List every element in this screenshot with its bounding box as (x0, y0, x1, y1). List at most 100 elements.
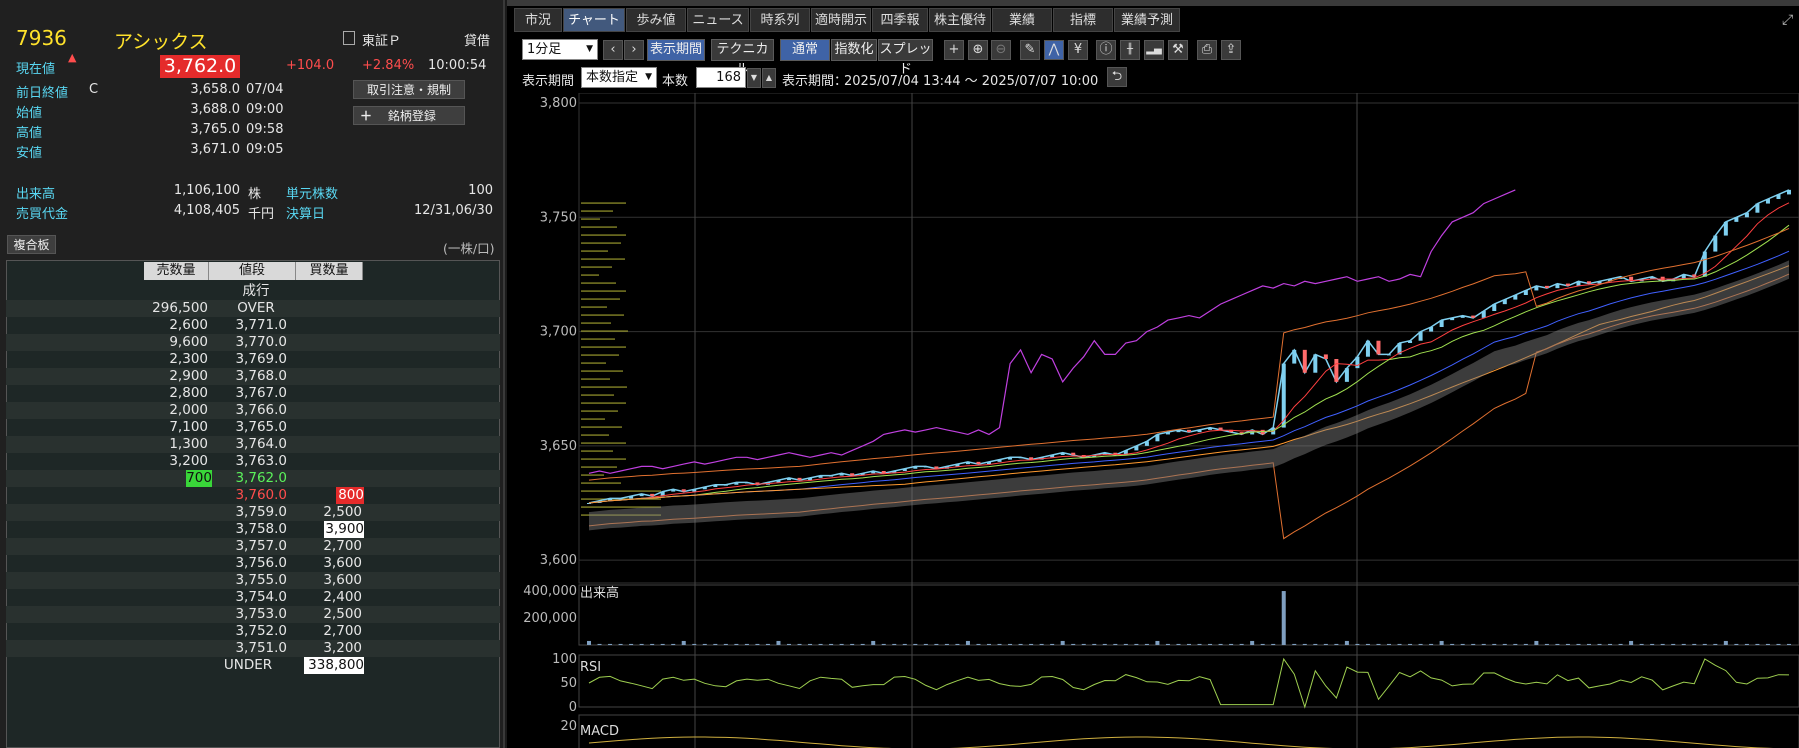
export-icon[interactable]: ⇪ (1221, 40, 1241, 60)
prev-close-flag: C (89, 82, 99, 97)
orderbook-row[interactable]: 3,753.0 2,500 (6, 606, 500, 623)
document-icon[interactable] (343, 31, 355, 45)
candlestick-icon[interactable]: ╫ (1120, 40, 1140, 60)
price-cell: 3,769.0 (235, 351, 287, 367)
orderbook-row[interactable]: 3,756.0 3,600 (6, 555, 500, 572)
tab-0[interactable]: 市況 (514, 8, 562, 32)
tab-2[interactable]: 歩み値 (626, 8, 686, 32)
volume-bar (765, 643, 770, 645)
spread-mode-button[interactable]: スプレッド (878, 39, 933, 77)
tab-4[interactable]: 時系列 (750, 8, 810, 32)
price-cell: OVER (237, 300, 275, 316)
buy-qty-cell (296, 300, 362, 317)
zoom-out-icon[interactable]: ⊖ (991, 40, 1011, 60)
sell-qty-cell (144, 657, 208, 674)
orderbook-row[interactable]: 7,100 3,765.0 (6, 419, 500, 436)
volume-profile-bar (581, 386, 627, 388)
orderbook-row[interactable]: 296,500 OVER (6, 300, 500, 317)
price-tick-label: 3,600 (540, 553, 577, 568)
orderbook-row[interactable]: 3,200 3,763.0 (6, 453, 500, 470)
orderbook-row[interactable]: 2,300 3,769.0 (6, 351, 500, 368)
pencil-icon[interactable]: ✎ (1020, 40, 1040, 60)
volume-bar (1365, 643, 1370, 645)
orderbook-row[interactable]: 700 3,762.0 (6, 470, 500, 487)
volume-bar (1397, 643, 1402, 645)
volume-bar (808, 643, 813, 645)
chevron-right-icon[interactable]: › (624, 40, 644, 60)
volume-profile-bar (581, 266, 612, 268)
bar-chart-icon[interactable]: ▂▄ (1144, 40, 1164, 60)
increment-icon[interactable]: ▲ (762, 68, 776, 88)
count-label: 本数 (662, 74, 689, 89)
print-icon[interactable]: ⎙ (1197, 40, 1217, 60)
orderbook-row[interactable]: 3,754.0 2,400 (6, 589, 500, 606)
tab-10[interactable]: 業績予測 (1114, 8, 1180, 32)
tab-9[interactable]: 指標 (1053, 8, 1113, 32)
crosshair-icon[interactable]: + (944, 40, 964, 60)
yen-icon[interactable]: ¥ (1068, 40, 1088, 60)
info-icon[interactable]: ⓘ (1096, 40, 1116, 60)
candle (787, 477, 791, 481)
chevron-left-icon[interactable]: ‹ (603, 40, 623, 60)
register-stock-button[interactable]: ＋ 銘柄登録 (353, 106, 465, 125)
count-input[interactable]: 168 (696, 67, 746, 88)
orderbook-row[interactable]: 2,900 3,768.0 (6, 368, 500, 385)
volume-bar (1281, 591, 1286, 645)
volume-bar (1555, 643, 1560, 645)
buy-qty-cell: 338,800 (304, 657, 364, 674)
volume-label: 出来高 (16, 187, 56, 202)
orderbook-row[interactable]: 9,600 3,770.0 (6, 334, 500, 351)
volume-bar (1713, 643, 1718, 645)
index-mode-button[interactable]: 指数化 (831, 39, 877, 61)
period-mode-value: 本数指定 (586, 70, 639, 85)
sell-qty-cell: 2,000 (169, 402, 208, 418)
orderbook-row[interactable]: 2,800 3,767.0 (6, 385, 500, 402)
orderbook-row[interactable]: 3,755.0 3,600 (6, 572, 500, 589)
orderbook-row[interactable]: 3,757.0 2,700 (6, 538, 500, 555)
trade-notice-button[interactable]: 取引注意・規制 (353, 80, 465, 99)
expand-icon[interactable]: ⤢ (1782, 12, 1793, 28)
orderbook-row[interactable]: 成行 (6, 283, 500, 300)
normal-mode-button[interactable]: 通常 (780, 39, 830, 61)
period-mode-select[interactable]: 本数指定 ▼ (581, 67, 657, 88)
candle (1723, 221, 1728, 236)
volume-bar (1313, 643, 1318, 645)
volume-profile-bar (581, 402, 626, 404)
technical-button[interactable]: テクニカル (711, 39, 774, 77)
candle (1344, 368, 1349, 382)
tab-3[interactable]: ニュース (687, 8, 749, 32)
orderbook-row[interactable]: 3,751.0 3,200 (6, 640, 500, 657)
orderbook-row[interactable]: 3,752.0 2,700 (6, 623, 500, 640)
interval-select[interactable]: 1分足 ▼ (522, 39, 598, 60)
volume-bar (1692, 643, 1697, 645)
orderbook-row[interactable]: 1,300 3,764.0 (6, 436, 500, 453)
orderbook-row[interactable]: UNDER 338,800 (6, 657, 500, 674)
trend-icon[interactable]: ⋀ (1044, 40, 1064, 60)
volume-bar (1271, 643, 1276, 645)
sell-qty-cell (144, 555, 208, 572)
refresh-icon[interactable]: ⮌ (1107, 67, 1127, 87)
orderbook-row[interactable]: 3,760.0 800 (6, 487, 500, 504)
candle (1029, 457, 1034, 460)
tab-6[interactable]: 四季報 (872, 8, 928, 32)
buy-qty-cell (296, 334, 362, 351)
orderbook-row[interactable]: 2,600 3,771.0 (6, 317, 500, 334)
tab-5[interactable]: 適時開示 (811, 8, 871, 32)
buy-qty-cell (296, 402, 362, 419)
zoom-in-icon[interactable]: ⊕ (968, 40, 988, 60)
orderbook-title[interactable]: 複合板 (7, 235, 56, 254)
wrench-icon[interactable]: ⚒ (1168, 40, 1188, 60)
buy-qty-cell (296, 453, 362, 470)
tab-8[interactable]: 業績 (992, 8, 1052, 32)
buy-qty-cell: 800 (336, 487, 364, 504)
orderbook-row[interactable]: 2,000 3,766.0 (6, 402, 500, 419)
price-chart[interactable]: 3,800 3,750 3,700 3,650 3,600 400,000 200,000 1… (507, 93, 1799, 748)
volume-bar (1344, 640, 1349, 645)
orderbook-row[interactable]: 3,759.0 2,500 (6, 504, 500, 521)
rsi-pane-label: RSI (580, 660, 602, 675)
orderbook-row[interactable]: 3,758.0 3,900 (6, 521, 500, 538)
display-period-button[interactable]: 表示期間 (647, 39, 705, 61)
tab-1[interactable]: チャート (563, 8, 625, 32)
decrement-icon[interactable]: ▼ (747, 68, 761, 88)
tab-7[interactable]: 株主優待 (929, 8, 991, 32)
